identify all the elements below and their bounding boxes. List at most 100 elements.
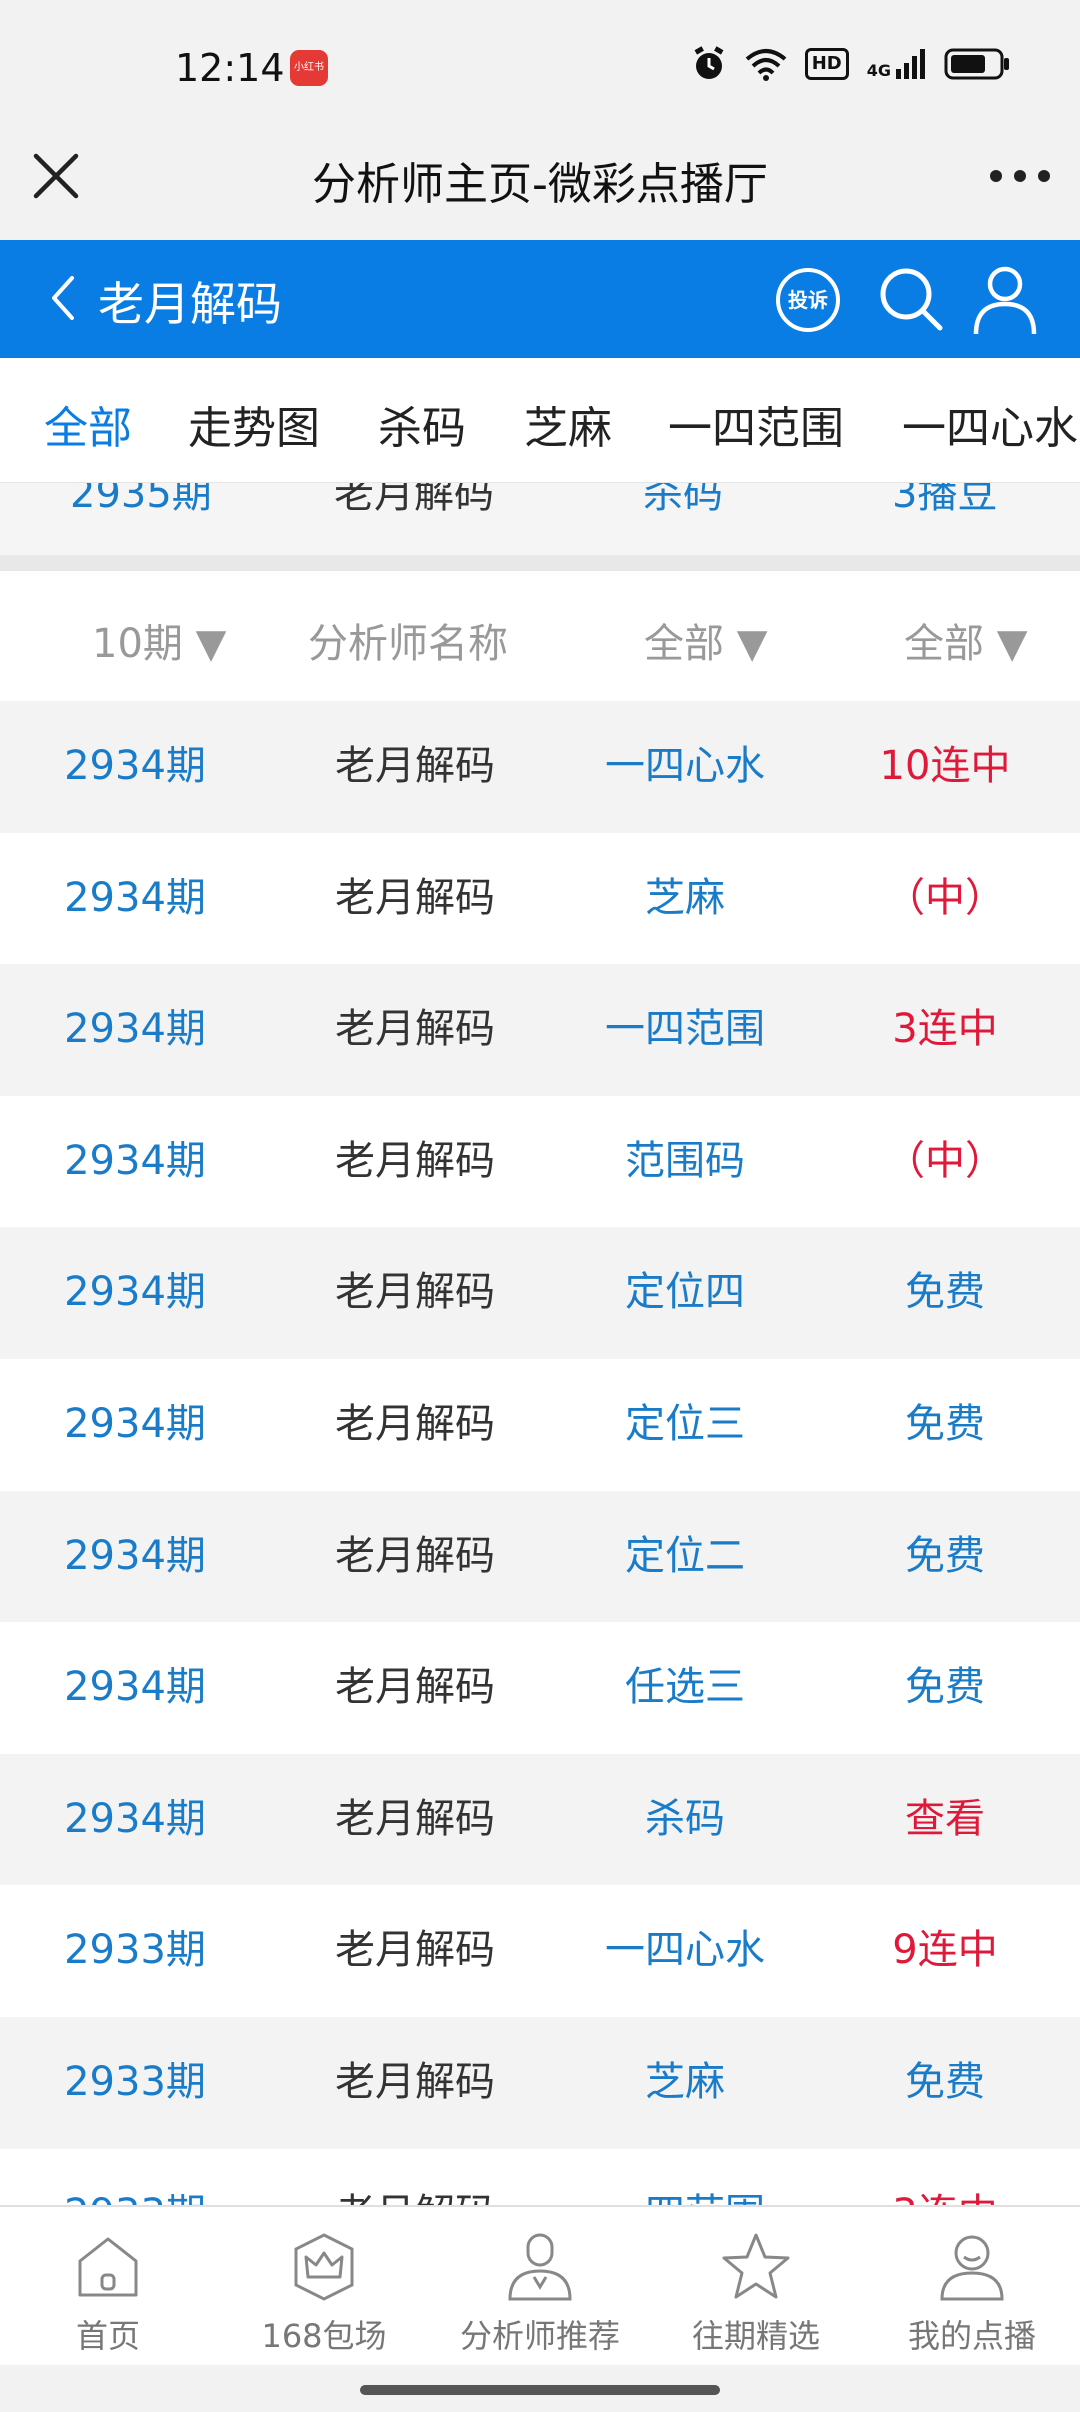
user-icon[interactable] bbox=[972, 264, 1038, 336]
status-time: 12:14 bbox=[175, 46, 285, 90]
row-type: 范围码 bbox=[625, 1137, 745, 1184]
category-tabs: 全部 走势图 杀码 芝麻 一四范围 一四心水 bbox=[0, 358, 1080, 483]
tab-all[interactable]: 全部 bbox=[44, 392, 132, 456]
table-row[interactable]: 2934期 老月解码 定位四 免费 bbox=[0, 1227, 1080, 1359]
row-result[interactable]: 免费 bbox=[820, 2017, 1070, 2148]
more-icon[interactable] bbox=[990, 166, 1050, 186]
battery-icon bbox=[944, 48, 1009, 80]
bottom-nav: 首页 168包场 分析师推荐 往期精选 我的点播 bbox=[0, 2205, 1080, 2365]
divider bbox=[0, 555, 1080, 571]
row-period: 2934期 bbox=[64, 1795, 206, 1842]
webview-header: 分析师主页-微彩点播厅 bbox=[0, 120, 1080, 240]
row-analyst: 老月解码 bbox=[335, 1664, 495, 1711]
profile-icon bbox=[940, 2235, 1004, 2301]
table-row[interactable]: 2934期 老月解码 芝麻 （中） bbox=[0, 832, 1080, 965]
nav-168[interactable]: 168包场 bbox=[216, 2231, 432, 2357]
row-period: 2934期 bbox=[64, 1400, 206, 1447]
status-filter[interactable]: 全部 ▼ bbox=[904, 611, 1027, 669]
analyst-name-header: 分析师名称 bbox=[308, 621, 508, 667]
crown-icon bbox=[294, 2233, 354, 2301]
app-badge: 小红书 bbox=[290, 50, 328, 86]
row-analyst: 老月解码 bbox=[335, 743, 495, 789]
row-period: 2934期 bbox=[64, 874, 206, 921]
page-header: 老月解码 投诉 bbox=[0, 240, 1080, 358]
status-icons: HD 4G bbox=[691, 46, 1010, 82]
row-type: 一四心水 bbox=[605, 743, 765, 789]
row-type: 定位二 bbox=[625, 1532, 745, 1579]
wifi-icon bbox=[745, 49, 787, 81]
tab-sesame[interactable]: 芝麻 bbox=[524, 392, 612, 456]
table-row[interactable]: 2934期 老月解码 一四心水 10连中 bbox=[0, 701, 1080, 833]
complain-button[interactable]: 投诉 bbox=[776, 268, 840, 332]
row-type: 定位三 bbox=[625, 1400, 745, 1447]
star-icon bbox=[722, 2233, 790, 2299]
nav-home[interactable]: 首页 bbox=[0, 2231, 216, 2357]
table-row[interactable]: 2934期 老月解码 定位二 免费 bbox=[0, 1490, 1080, 1623]
row-period: 2934期 bbox=[64, 1664, 206, 1711]
row-result[interactable]: 免费 bbox=[820, 1359, 1070, 1490]
row-period: 2933期 bbox=[64, 1927, 206, 1974]
tab-trend[interactable]: 走势图 bbox=[188, 392, 320, 456]
row-period: 2934期 bbox=[64, 743, 206, 789]
row-type: 定位四 bbox=[625, 1269, 745, 1316]
row-period: 2934期 bbox=[64, 1269, 206, 1316]
table-row[interactable]: 2934期 老月解码 一四范围 3连中 bbox=[0, 964, 1080, 1096]
row-analyst: 老月解码 bbox=[335, 2058, 495, 2105]
record-list: 2934期 老月解码 一四心水 10连中 2934期 老月解码 芝麻 （中） 2934期 老月解码… bbox=[0, 701, 1080, 2281]
row-type: 任选三 bbox=[625, 1664, 745, 1711]
row-result[interactable]: 10连中 bbox=[820, 701, 1070, 832]
signal-icon bbox=[896, 49, 925, 79]
row-result[interactable]: 免费 bbox=[820, 1491, 1070, 1622]
table-row[interactable]: 2934期 老月解码 范围码 （中） bbox=[0, 1095, 1080, 1228]
row-period: 2934期 bbox=[64, 1006, 206, 1053]
row-analyst: 老月解码 bbox=[335, 1006, 495, 1053]
row-result[interactable]: 查看 bbox=[820, 1754, 1070, 1885]
search-icon[interactable] bbox=[876, 264, 946, 334]
row-type: 杀码 bbox=[645, 1795, 725, 1842]
tab-range[interactable]: 一四范围 bbox=[668, 392, 844, 456]
row-analyst: 老月解码 bbox=[335, 1137, 495, 1184]
table-row[interactable]: 2933期 老月解码 一四心水 9连中 bbox=[0, 1885, 1080, 2017]
table-row[interactable]: 2934期 老月解码 定位三 免费 bbox=[0, 1358, 1080, 1491]
row-analyst: 老月解码 bbox=[335, 1927, 495, 1974]
row-analyst: 老月解码 bbox=[335, 1269, 495, 1316]
row-type: 芝麻 bbox=[645, 874, 725, 921]
table-row-partial[interactable]: 2935期 老月解码 杀码 3播豆 bbox=[0, 483, 1080, 555]
status-bar: 12:14 小红书 HD 4G bbox=[0, 0, 1080, 135]
nav-analyst-recommend[interactable]: 分析师推荐 bbox=[432, 2231, 648, 2357]
row-analyst: 老月解码 bbox=[335, 1795, 495, 1842]
row-period: 2933期 bbox=[64, 2058, 206, 2105]
row-result[interactable]: （中） bbox=[820, 1096, 1070, 1227]
home-icon bbox=[78, 2237, 138, 2297]
tab-heart[interactable]: 一四心水 bbox=[902, 392, 1078, 456]
row-analyst: 老月解码 bbox=[335, 874, 495, 921]
row-type: 一四心水 bbox=[605, 1927, 765, 1974]
table-row[interactable]: 2934期 老月解码 任选三 免费 bbox=[0, 1622, 1080, 1754]
nav-my-orders[interactable]: 我的点播 bbox=[864, 2231, 1080, 2357]
row-result[interactable]: 免费 bbox=[820, 1622, 1070, 1753]
back-chevron-icon[interactable] bbox=[44, 270, 84, 326]
network-type: 4G bbox=[867, 49, 926, 79]
table-row[interactable]: 2933期 老月解码 芝麻 免费 bbox=[0, 2016, 1080, 2149]
row-period: 2934期 bbox=[64, 1532, 206, 1579]
nav-past-picks[interactable]: 往期精选 bbox=[648, 2231, 864, 2357]
hd-badge: HD bbox=[804, 48, 849, 80]
row-type: 一四范围 bbox=[605, 1006, 765, 1053]
alarm-icon bbox=[694, 46, 724, 79]
type-filter[interactable]: 全部 ▼ bbox=[644, 611, 767, 669]
row-analyst: 老月解码 bbox=[335, 1400, 495, 1447]
period-filter[interactable]: 10期 ▼ bbox=[92, 611, 226, 669]
row-type: 芝麻 bbox=[645, 2058, 725, 2105]
home-indicator[interactable] bbox=[360, 2385, 720, 2395]
row-result[interactable]: 免费 bbox=[820, 1227, 1070, 1358]
row-period: 2934期 bbox=[64, 1137, 206, 1184]
filter-row: 10期 ▼ 分析师名称 全部 ▼ 全部 ▼ bbox=[0, 571, 1080, 701]
table-row[interactable]: 2934期 老月解码 杀码 查看 bbox=[0, 1753, 1080, 1886]
row-result[interactable]: （中） bbox=[820, 833, 1070, 964]
row-result[interactable]: 9连中 bbox=[820, 1885, 1070, 2016]
page-title: 老月解码 bbox=[98, 277, 282, 331]
tab-kill-code[interactable]: 杀码 bbox=[378, 392, 466, 456]
analyst-icon bbox=[508, 2233, 572, 2301]
row-result[interactable]: 3连中 bbox=[820, 964, 1070, 1095]
row-analyst: 老月解码 bbox=[335, 1532, 495, 1579]
